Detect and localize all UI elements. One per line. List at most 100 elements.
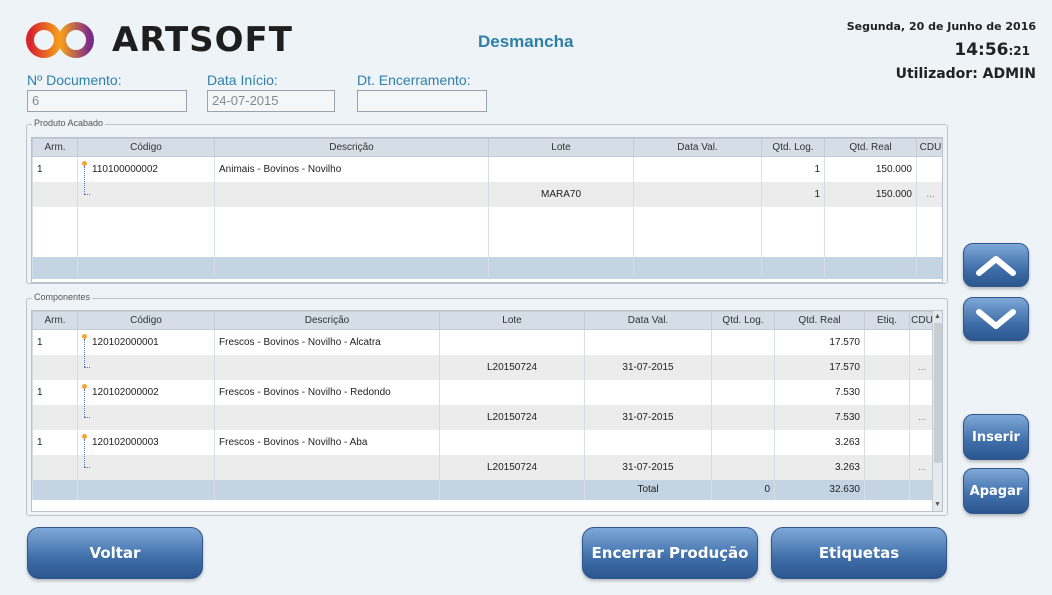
col-cdu[interactable]: CDU (909, 311, 935, 330)
total-label: Total (584, 479, 712, 500)
cell-data-val (584, 379, 712, 405)
total-qtd-log: 0 (711, 479, 775, 500)
cell-qtd-log: 1 (761, 181, 825, 207)
col-codigo[interactable]: Código (77, 138, 215, 157)
cell-data-val: 31-07-2015 (584, 454, 712, 480)
cell-qtd-real: 3.263 (774, 454, 865, 480)
documento-label: Nº Documento: (27, 72, 122, 88)
cell-data-val (633, 181, 762, 207)
col-codigo[interactable]: Código (77, 311, 215, 330)
cell-cdu[interactable]: ... (909, 354, 935, 380)
cell-cdu[interactable] (916, 156, 942, 182)
table-row[interactable]: 1 120102000001 Frescos - Bovinos - Novil… (32, 329, 935, 355)
cell-cdu[interactable]: ... (916, 181, 942, 207)
cell-qtd-real: 7.530 (774, 404, 865, 430)
scroll-thumb[interactable] (934, 323, 942, 463)
total-qtd-real: 32.630 (774, 479, 865, 500)
table-row[interactable]: 1 120102000002 Frescos - Bovinos - Novil… (32, 379, 935, 405)
cell-descricao (214, 181, 489, 207)
scroll-up-button[interactable] (963, 243, 1029, 287)
data-inicio-field[interactable]: 24-07-2015 (207, 90, 335, 112)
etiquetas-button[interactable]: Etiquetas (771, 527, 947, 579)
cell-cdu[interactable]: ... (909, 404, 935, 430)
total-row: Total 0 32.630 (32, 479, 935, 500)
col-descricao[interactable]: Descrição (214, 311, 440, 330)
cell-descricao: Frescos - Bovinos - Novilho - Redondo (214, 379, 440, 405)
col-qtd-real[interactable]: Qtd. Real (774, 311, 865, 330)
cell-arm (32, 404, 78, 430)
scroll-down-icon[interactable]: ▼ (933, 500, 942, 510)
apagar-button[interactable]: Apagar (963, 468, 1029, 514)
cell-codigo: 120102000001 (77, 329, 215, 355)
cell-qtd-real: 17.570 (774, 354, 865, 380)
cell-arm: 1 (32, 379, 78, 405)
current-user: Utilizador: ADMIN (895, 66, 1036, 82)
cell-lote (439, 329, 585, 355)
scroll-down-button[interactable] (963, 297, 1029, 341)
documento-field[interactable]: 6 (27, 90, 187, 112)
table-footer-row (32, 256, 942, 279)
table-row[interactable]: MARA70 1 150.000 ... (32, 181, 942, 207)
cell-lote: MARA70 (488, 181, 634, 207)
componentes-scrollbar[interactable]: ▲ ▼ (932, 311, 942, 511)
cell-lote: L20150724 (439, 404, 585, 430)
inserir-button[interactable]: Inserir (963, 414, 1029, 460)
encerrar-producao-button[interactable]: Encerrar Produção (582, 527, 758, 579)
cell-arm (32, 181, 78, 207)
col-cdu[interactable]: CDU (916, 138, 942, 157)
page-title: Desmancha (478, 32, 574, 51)
cell-lote: L20150724 (439, 354, 585, 380)
encerramento-label: Dt. Encerramento: (357, 72, 471, 88)
cell-cdu[interactable] (909, 429, 935, 455)
col-descricao[interactable]: Descrição (214, 138, 489, 157)
cell-codigo: 120102000003 (77, 429, 215, 455)
cell-codigo (77, 454, 215, 480)
cell-qtd-log (711, 379, 775, 405)
time-hours-minutes: 14:56 (954, 40, 1009, 60)
col-qtd-real[interactable]: Qtd. Real (824, 138, 917, 157)
table-row[interactable]: 1 120102000003 Frescos - Bovinos - Novil… (32, 429, 935, 455)
table-row[interactable]: L20150724 31-07-2015 7.530 ... (32, 404, 935, 430)
componentes-header-row: Arm. Código Descrição Lote Data Val. Qtd… (32, 311, 935, 330)
cell-qtd-log (711, 429, 775, 455)
table-row[interactable] (32, 231, 942, 257)
cell-qtd-real: 150.000 (824, 181, 917, 207)
cell-lote: L20150724 (439, 454, 585, 480)
brand-logo: ARTSOFT (20, 20, 293, 60)
cell-lote (439, 379, 585, 405)
table-row[interactable]: L20150724 31-07-2015 3.263 ... (32, 454, 935, 480)
col-lote[interactable]: Lote (488, 138, 634, 157)
cell-codigo (77, 354, 215, 380)
cell-descricao (214, 404, 440, 430)
encerramento-field[interactable] (357, 90, 487, 112)
col-qtd-log[interactable]: Qtd. Log. (761, 138, 825, 157)
produto-acabado-legend: Produto Acabado (32, 118, 106, 128)
col-qtd-log[interactable]: Qtd. Log. (711, 311, 775, 330)
produto-table: Arm. Código Descrição Lote Data Val. Qtd… (32, 138, 942, 279)
componentes-legend: Componentes (32, 292, 93, 302)
cell-etiq (864, 354, 910, 380)
cell-codigo (77, 181, 215, 207)
cell-etiq (864, 429, 910, 455)
col-lote[interactable]: Lote (439, 311, 585, 330)
col-arm[interactable]: Arm. (32, 138, 78, 157)
cell-arm: 1 (32, 156, 78, 182)
cell-cdu[interactable] (909, 379, 935, 405)
cell-data-val (584, 429, 712, 455)
col-data-val[interactable]: Data Val. (584, 311, 712, 330)
cell-cdu[interactable] (909, 329, 935, 355)
cell-qtd-log (711, 404, 775, 430)
artsoft-logo-icon (26, 22, 94, 58)
scroll-up-icon[interactable]: ▲ (933, 312, 942, 322)
table-row[interactable]: 1 110100000002 Animais - Bovinos - Novil… (32, 156, 942, 182)
cell-cdu[interactable]: ... (909, 454, 935, 480)
col-arm[interactable]: Arm. (32, 311, 78, 330)
col-data-val[interactable]: Data Val. (633, 138, 762, 157)
voltar-button[interactable]: Voltar (27, 527, 203, 579)
col-etiq[interactable]: Etiq. (864, 311, 910, 330)
table-row[interactable] (32, 206, 942, 232)
brand-name: ARTSOFT (112, 20, 293, 60)
table-row[interactable]: L20150724 31-07-2015 17.570 ... (32, 354, 935, 380)
cell-data-val: 31-07-2015 (584, 354, 712, 380)
cell-arm: 1 (32, 429, 78, 455)
